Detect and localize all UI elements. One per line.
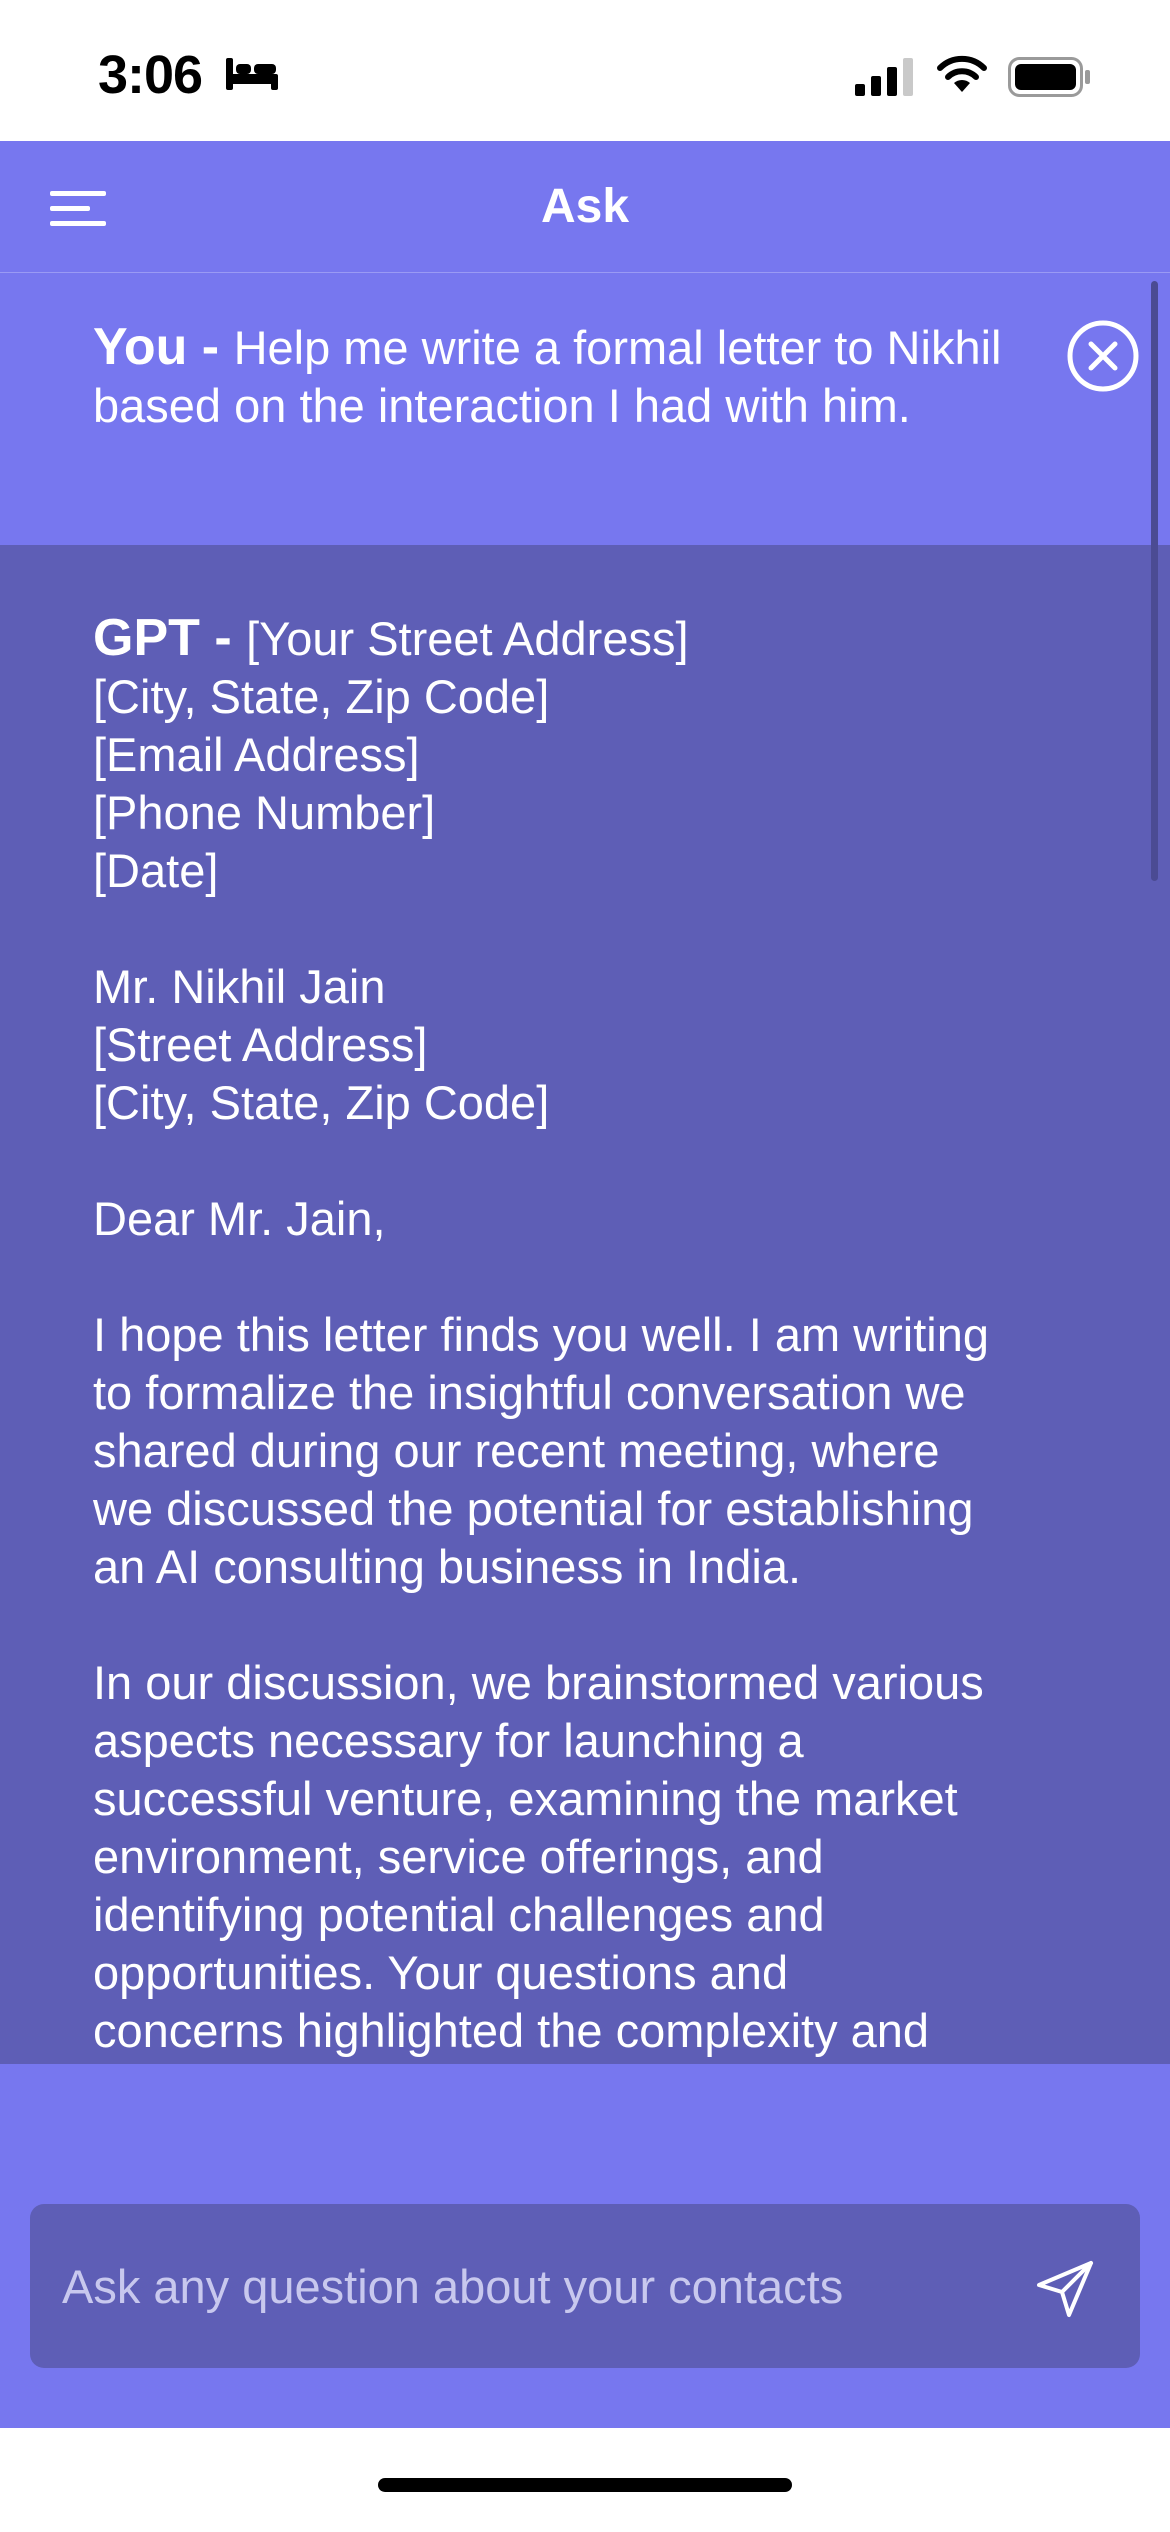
gpt-line: an AI consulting business in India. xyxy=(93,1540,802,1593)
user-label: You - xyxy=(93,318,234,376)
send-icon[interactable] xyxy=(1020,2244,1110,2334)
status-bar: 3:06 xyxy=(0,0,1170,141)
battery-icon xyxy=(1008,57,1092,102)
ask-input[interactable] xyxy=(30,2204,1010,2368)
gpt-blank-line xyxy=(93,1596,1093,1654)
gpt-line: identifying potential challenges and xyxy=(93,1888,825,1941)
page-title: Ask xyxy=(540,180,630,233)
gpt-line: successful venture, examining the market xyxy=(93,1772,958,1825)
gpt-line: [Email Address] xyxy=(93,728,420,781)
gpt-line: [Street Address] xyxy=(93,1018,428,1071)
gpt-line: Dear Mr. Jain, xyxy=(93,1192,386,1245)
gpt-first-line: GPT - [Your Street Address] xyxy=(93,609,1093,668)
user-message: You - Help me write a formal letter to N… xyxy=(0,273,1170,545)
gpt-line: opportunities. Your questions and xyxy=(93,1946,789,1999)
gpt-blank-line xyxy=(93,1248,1093,1306)
gpt-response: GPT - [Your Street Address] [City, State… xyxy=(0,545,1170,2064)
gpt-line: to formalize the insightful conversation… xyxy=(93,1366,966,1419)
gpt-line: we discussed the potential for establish… xyxy=(93,1482,974,1535)
status-time: 3:06 xyxy=(98,45,203,105)
gpt-blank-line xyxy=(93,1132,1093,1190)
nav-bar: Ask xyxy=(0,141,1170,274)
gpt-line: I hope this letter finds you well. I am … xyxy=(93,1308,990,1361)
gpt-line: shared during our recent meeting, where xyxy=(93,1424,940,1477)
composer-area xyxy=(0,2064,1170,2428)
home-area xyxy=(0,2428,1170,2532)
gpt-line: Mr. Nikhil Jain xyxy=(93,960,386,1013)
gpt-line: concerns highlighted the complexity and xyxy=(93,2004,930,2057)
gpt-line: aspects necessary for launching a xyxy=(93,1714,804,1767)
gpt-line: In our discussion, we brainstormed vario… xyxy=(93,1656,984,1709)
gpt-line: [City, State, Zip Code] xyxy=(93,670,550,723)
signal-icon xyxy=(855,58,915,103)
gpt-line: [Your Street Address] xyxy=(246,612,689,665)
scrollbar[interactable] xyxy=(1151,281,1158,881)
composer xyxy=(30,2204,1140,2368)
gpt-line: [City, State, Zip Code] xyxy=(93,1076,550,1129)
gpt-line: [Phone Number] xyxy=(93,786,436,839)
gpt-response-text: GPT - [Your Street Address] [City, State… xyxy=(93,609,1093,2060)
gpt-line: environment, service offerings, and xyxy=(93,1830,824,1883)
gpt-label: GPT - xyxy=(93,609,247,667)
bed-icon xyxy=(224,56,280,97)
gpt-line: [Date] xyxy=(93,844,219,897)
close-icon[interactable] xyxy=(1066,319,1140,398)
wifi-icon xyxy=(936,54,988,99)
gpt-blank-line xyxy=(93,900,1093,958)
home-indicator[interactable] xyxy=(378,2478,792,2492)
user-message-text: You - Help me write a formal letter to N… xyxy=(93,318,1053,435)
